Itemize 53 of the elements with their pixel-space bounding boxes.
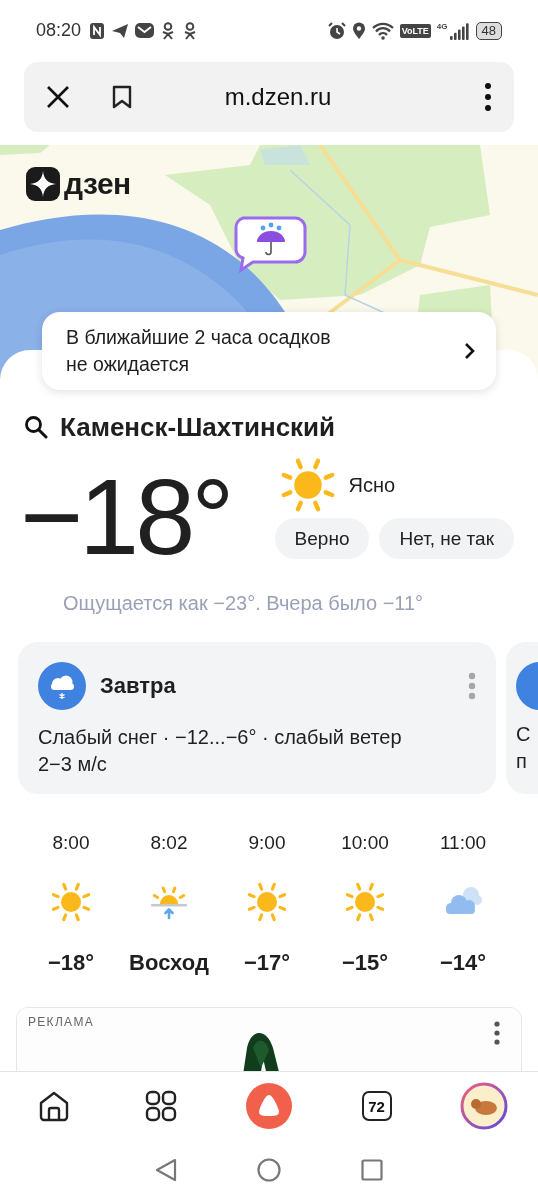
avatar-icon bbox=[460, 1082, 509, 1130]
hour-temperature: −14° bbox=[439, 950, 487, 976]
hour-temperature: −17° bbox=[243, 950, 291, 976]
recents-icon[interactable] bbox=[361, 1159, 383, 1181]
hour-time: 8:02 bbox=[150, 832, 188, 855]
mail-icon bbox=[135, 22, 155, 39]
search-icon[interactable] bbox=[24, 415, 48, 439]
volte-label: VoLTE bbox=[399, 23, 431, 38]
logo-icon bbox=[26, 167, 60, 201]
card-title: Завтра bbox=[100, 673, 176, 699]
close-icon[interactable] bbox=[46, 85, 70, 109]
current-temperature: −18° bbox=[20, 455, 232, 579]
home-circle-icon[interactable] bbox=[257, 1158, 281, 1182]
feels-like-text: Ощущается как −23°. Вчера было −11° bbox=[62, 592, 425, 616]
send-icon bbox=[111, 22, 130, 39]
ad-card[interactable]: РЕКЛАМА bbox=[16, 1007, 522, 1071]
card-text: Слабый снег · −12...−6° · слабый ветер 2−3 м/с bbox=[38, 725, 403, 777]
hour-time: 8:00 bbox=[52, 832, 90, 855]
bookmark-icon[interactable] bbox=[112, 85, 132, 109]
nfc-icon bbox=[89, 21, 106, 40]
hour-temperature: −15° bbox=[341, 950, 389, 976]
back-icon[interactable] bbox=[155, 1158, 177, 1182]
location-icon bbox=[351, 21, 366, 40]
precipitation-notice[interactable]: В ближайшие 2 часа осадков не ожидается bbox=[42, 312, 496, 390]
hour-time: 11:00 bbox=[439, 832, 487, 855]
more-icon[interactable] bbox=[493, 1020, 501, 1046]
condition-text: Ясно bbox=[348, 473, 396, 497]
hour-time: 10:00 bbox=[341, 832, 389, 855]
wifi-icon bbox=[371, 21, 394, 40]
feedback-button[interactable]: Верно bbox=[274, 518, 370, 559]
notice-text: В ближайшие 2 часа осадков не ожидается bbox=[66, 325, 332, 377]
hour-temperature: Восход bbox=[129, 950, 209, 976]
card-text: п bbox=[516, 749, 528, 774]
signal-icon bbox=[449, 21, 470, 40]
hour-time: 9:00 bbox=[248, 832, 286, 855]
card-text: С bbox=[516, 722, 532, 747]
forecast-card[interactable]: С п bbox=[506, 642, 538, 794]
grid-icon bbox=[144, 1089, 179, 1123]
feedback-button[interactable]: Нет, не так bbox=[379, 518, 514, 559]
logo-text: дзен bbox=[64, 167, 131, 201]
ad-label: РЕКЛАМА bbox=[28, 1015, 94, 1029]
assistant-icon bbox=[246, 1083, 292, 1129]
battery-indicator: 48 bbox=[475, 21, 502, 40]
forecast-card[interactable]: Завтра Слабый снег · −12...−6° · слабый ветер 2−3 м/с bbox=[18, 642, 496, 794]
more-icon[interactable] bbox=[484, 82, 492, 112]
clock: 08:20 bbox=[36, 20, 82, 41]
network-label: 4G bbox=[436, 22, 448, 31]
chevron-right-icon bbox=[464, 342, 476, 360]
tabs-button[interactable]: 72 bbox=[361, 1091, 392, 1121]
alarm-icon bbox=[327, 21, 346, 40]
snow-cloud-icon bbox=[38, 662, 86, 710]
hour-temperature: −18° bbox=[47, 950, 95, 976]
city-name: Каменск-Шахтинский bbox=[60, 411, 336, 443]
